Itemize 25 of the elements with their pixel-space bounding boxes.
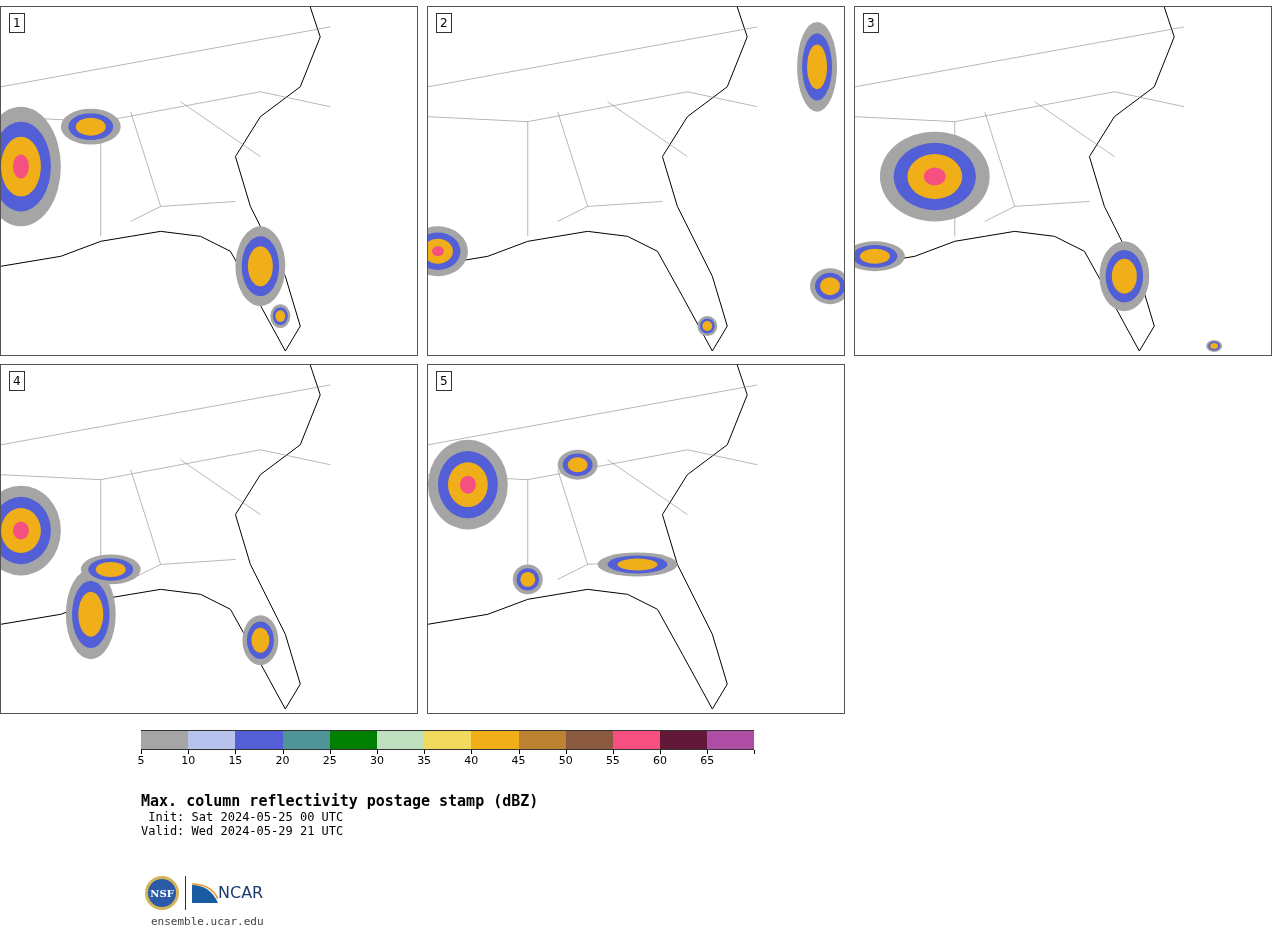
panel-number: 3	[863, 13, 879, 33]
scale-label: 5	[137, 754, 145, 768]
seal-logo: NSF	[145, 876, 179, 910]
scale-label: 30	[369, 754, 384, 768]
panel-number: 4	[9, 371, 25, 391]
scale-label: 55	[605, 754, 620, 768]
chart-title: Max. column reflectivity postage stamp (dBZ)	[141, 792, 540, 810]
scale-label: 10	[181, 754, 196, 768]
panel-number: 5	[436, 371, 452, 391]
scale-label: 40	[464, 754, 479, 768]
scale-label: 45	[511, 754, 526, 768]
scale-label: 20	[275, 754, 290, 768]
scale-label: 65	[700, 754, 715, 768]
logo-wordmark: NCAR	[218, 882, 264, 904]
scale-label: 35	[417, 754, 432, 768]
panel-number: 2	[436, 13, 452, 33]
scale-label: 15	[228, 754, 243, 768]
init-time: Init: Sat 2024-05-25 00 UTC	[147, 810, 345, 824]
arc-logo-icon	[192, 883, 218, 903]
scale-label: 60	[653, 754, 668, 768]
panel-number: 1	[9, 13, 25, 33]
scale-label: 50	[558, 754, 573, 768]
valid-time: Valid: Wed 2024-05-29 21 UTC	[141, 824, 345, 838]
scale-label: 25	[322, 754, 337, 768]
site-url: ensemble.ucar.edu	[151, 914, 265, 930]
